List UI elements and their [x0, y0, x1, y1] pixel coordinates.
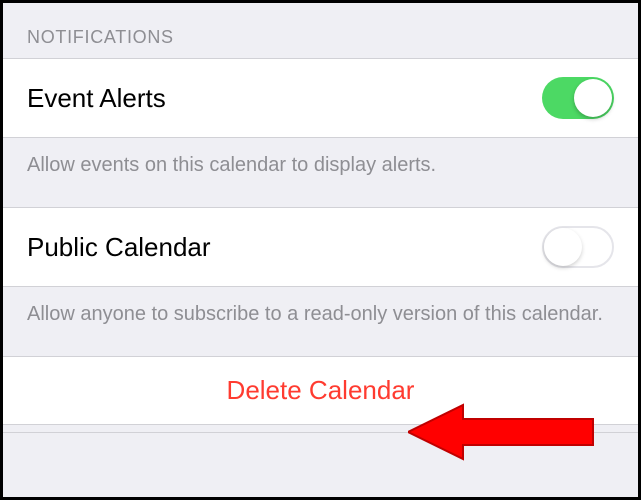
event-alerts-row[interactable]: Event Alerts	[3, 58, 638, 138]
toggle-knob	[574, 79, 612, 117]
event-alerts-label: Event Alerts	[27, 83, 166, 114]
public-calendar-row[interactable]: Public Calendar	[3, 207, 638, 287]
section-header-notifications: NOTIFICATIONS	[3, 3, 638, 58]
delete-calendar-label: Delete Calendar	[227, 375, 415, 405]
public-calendar-label: Public Calendar	[27, 232, 211, 263]
toggle-knob	[544, 228, 582, 266]
delete-calendar-row[interactable]: Delete Calendar	[3, 356, 638, 425]
event-alerts-footer: Allow events on this calendar to display…	[3, 138, 638, 207]
public-calendar-footer: Allow anyone to subscribe to a read-only…	[3, 287, 638, 356]
bottom-spacer	[3, 425, 638, 433]
public-calendar-toggle[interactable]	[542, 226, 614, 268]
settings-screen: NOTIFICATIONS Event Alerts Allow events …	[3, 3, 638, 497]
event-alerts-toggle[interactable]	[542, 77, 614, 119]
